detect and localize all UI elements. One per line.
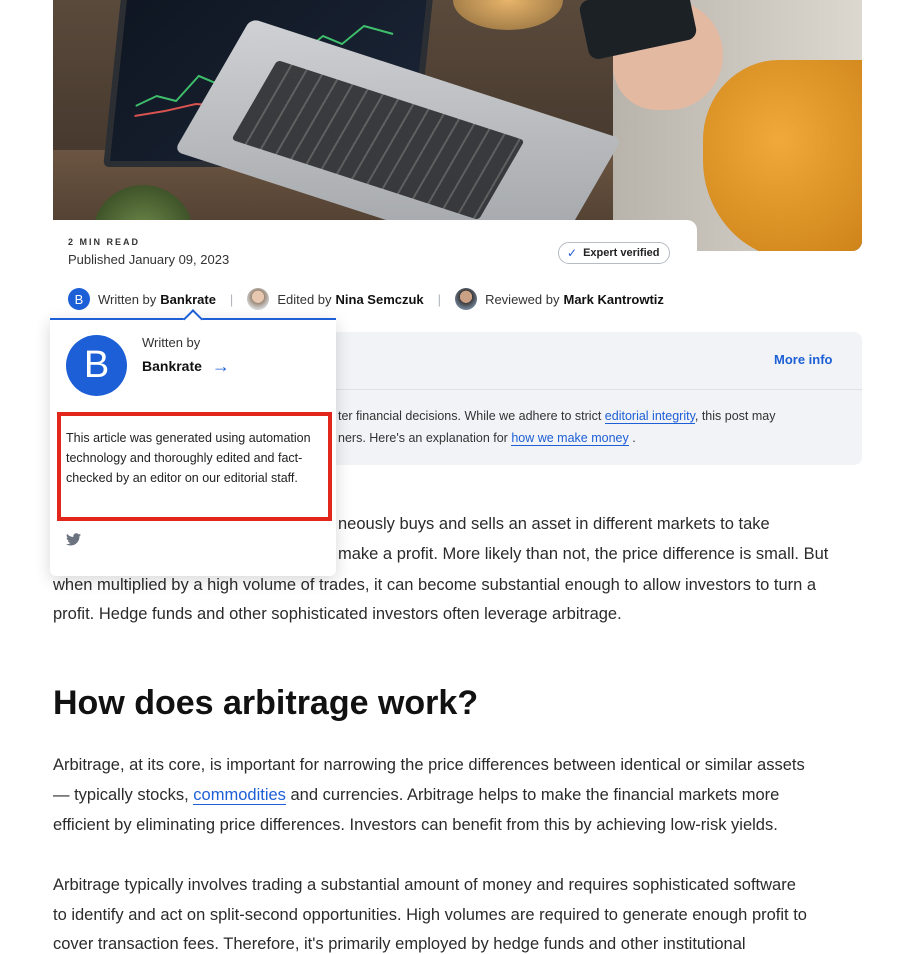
- writer-name[interactable]: Bankrate: [160, 292, 216, 307]
- writer-avatar: B: [68, 288, 90, 310]
- expert-verified-label: Expert verified: [583, 247, 660, 259]
- editor-avatar: [247, 288, 270, 310]
- commodities-link[interactable]: commodities: [193, 786, 286, 805]
- hero-sleeve: [703, 60, 862, 251]
- hero-image: [53, 0, 862, 251]
- disclosure-line-1: ter financial decisions. While we adhere…: [338, 409, 776, 424]
- body-paragraph-2-line-2: — typically stocks, commodities and curr…: [53, 786, 779, 805]
- disclosure-text: , this post may: [694, 409, 776, 423]
- body-paragraph-3-line-2: to identify and act on split-second oppo…: [53, 906, 807, 924]
- popover-written-by-label: Written by: [142, 335, 201, 350]
- expert-verified-badge[interactable]: ✓ Expert verified: [558, 242, 671, 264]
- twitter-icon[interactable]: [66, 533, 81, 549]
- byline-row: B Written by Bankrate | Edited by Nina S…: [68, 287, 664, 311]
- published-date: Published January 09, 2023: [68, 252, 230, 267]
- body-paragraph-1-line-3: when multiplied by a high volume of trad…: [53, 576, 817, 594]
- byline-editor[interactable]: Edited by Nina Semczuk: [247, 288, 424, 310]
- reviewed-by-label: Reviewed by: [485, 291, 560, 307]
- written-by-label: Written by: [98, 291, 157, 307]
- body-text-span: and currencies. Arbitrage helps to make …: [285, 786, 780, 804]
- popover-author-name[interactable]: Bankrate: [142, 358, 202, 374]
- byline-reviewer[interactable]: Reviewed by Mark Kantrowtiz: [455, 288, 664, 310]
- annotation-highlight-box: [57, 412, 332, 521]
- reviewer-name[interactable]: Mark Kantrowtiz: [564, 292, 664, 307]
- body-text-span: — typically stocks,: [53, 786, 194, 804]
- more-info-link[interactable]: More info: [774, 352, 833, 367]
- popover-author-avatar: B: [66, 335, 127, 396]
- editor-name[interactable]: Nina Semczuk: [336, 292, 424, 307]
- body-paragraph-1-line-1: neously buys and sells an asset in diffe…: [338, 515, 770, 533]
- edited-by-label: Edited by: [277, 291, 332, 307]
- section-heading: How does arbitrage work?: [53, 684, 479, 722]
- body-paragraph-2-line-3: efficient by eliminating price differenc…: [53, 816, 778, 834]
- popover-author-link[interactable]: Bankrate →: [142, 357, 230, 375]
- disclosure-text: ners. Here's an explanation for: [338, 431, 512, 445]
- body-paragraph-2-line-1: Arbitrage, at its core, is important for…: [53, 756, 805, 774]
- read-time: 2 MIN READ: [68, 237, 141, 247]
- reviewer-avatar: [455, 288, 478, 310]
- hero-bowl: [453, 0, 563, 30]
- editorial-integrity-link[interactable]: editorial integrity: [604, 409, 695, 424]
- body-paragraph-1-line-4: profit. Hedge funds and other sophistica…: [53, 605, 622, 623]
- disclosure-text: ter financial decisions. While we adhere…: [338, 409, 605, 423]
- checkmark-icon: ✓: [567, 246, 578, 260]
- arrow-right-icon[interactable]: →: [212, 357, 230, 375]
- body-paragraph-3-line-1: Arbitrage typically involves trading a s…: [53, 876, 796, 894]
- twitter-bird-shape: [66, 533, 81, 546]
- byline-writer[interactable]: B Written by Bankrate: [68, 288, 216, 310]
- body-paragraph-1-line-2: make a profit. More likely than not, the…: [338, 545, 829, 563]
- disclosure-text: .: [628, 431, 636, 445]
- byline-divider: |: [229, 291, 234, 307]
- disclosure-line-2: ners. Here's an explanation for how we m…: [338, 431, 636, 446]
- how-we-make-money-link[interactable]: how we make money: [511, 431, 629, 446]
- body-paragraph-3-line-3: cover transaction fees. Therefore, it's …: [53, 935, 746, 953]
- byline-divider: |: [437, 291, 442, 307]
